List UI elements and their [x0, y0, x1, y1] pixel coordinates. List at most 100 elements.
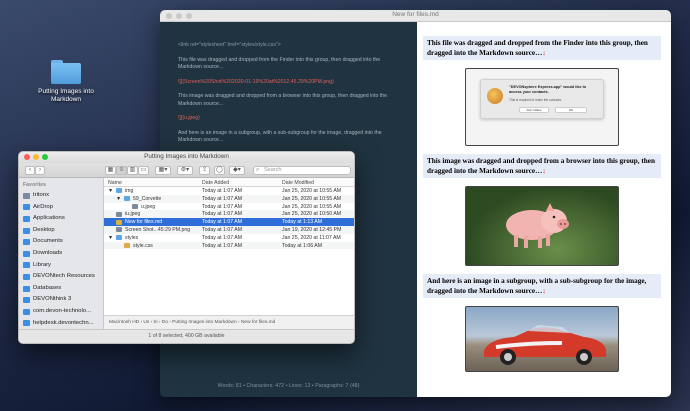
preview-image-pig [465, 186, 619, 267]
column-date-added-header[interactable]: Date Added [202, 180, 229, 186]
preview-heading-2: This image was dragged and dropped from … [423, 154, 661, 179]
view-columns-button[interactable]: ▥ [127, 166, 138, 175]
search-placeholder: Search [264, 167, 282, 173]
source-image-2: ![](u.jpeg) [178, 115, 200, 122]
file-row[interactable]: ▼ img Today at 1:07 AM Jan 25, 2020 at 10:5… [104, 187, 354, 195]
file-row[interactable]: u.jpeg Today at 1:07 AM Jan 25, 2020 at 10… [104, 203, 354, 211]
file-row[interactable]: ▼ 59_Corvette Today at 1:07 AM Jan 25, 2020… [104, 194, 354, 203]
source-para-2: This image was dragged and dropped from … [178, 93, 388, 107]
sidebar-item-icon [23, 262, 30, 269]
preview-heading-1: This file was dragged and dropped from t… [423, 36, 661, 61]
folder-icon [116, 235, 122, 241]
source-para-3: And here is an image in a subgroup, with… [178, 129, 382, 144]
sidebar-item-label: Desktop [33, 226, 55, 233]
finder-toolbar: ‹ › ▦ ≡ ▥ ▭ ▦▾ ⚙▾ ⇪ ◯ ◆▾ ⌕ Search [19, 163, 354, 178]
file-date-added: Today at 1:07 AM [202, 211, 243, 218]
sidebar-item-label: Databases [33, 284, 62, 291]
corvette-illustration [484, 325, 606, 366]
md-icon [116, 219, 122, 225]
sidebar-item-label: DEVONthink 3 [33, 296, 72, 303]
file-date-modified: Jan 25, 2020 at 10:55 AM [282, 195, 342, 202]
editor-title: New for files.md [392, 11, 439, 18]
word-count-stats: Words: 81 • Characters: 472 • Lines: 13 … [217, 383, 360, 389]
file-row[interactable]: style.css Today at 1:07 AM Today at 1:06 A… [104, 241, 354, 250]
finder-title: Putting Images into Markdown [144, 153, 229, 160]
sidebar-item[interactable]: com.devon-technolo... [19, 306, 103, 318]
column-name-header[interactable]: Name [108, 180, 122, 186]
sidebar-item[interactable]: helpdesk.devontechn... [19, 318, 103, 330]
back-button[interactable]: ‹ [25, 166, 35, 175]
share-button[interactable]: ⇪ [199, 166, 210, 175]
view-gallery-button[interactable]: ▭ [138, 166, 149, 175]
desktop-folder[interactable]: Putting Images into Markdown [36, 60, 96, 104]
sidebar-item[interactable]: DEVONthink 3 [19, 294, 103, 306]
sidebar-item[interactable]: Downloads [19, 248, 103, 260]
view-icons-button[interactable]: ▦ [105, 166, 116, 175]
folder-icon [116, 188, 122, 194]
sidebar-item-label: AirDrop [33, 203, 53, 210]
group-button[interactable]: ▦▾ [155, 166, 171, 175]
file-name: New for files.md [125, 219, 163, 226]
sidebar-item[interactable]: DEVONtech Resources [19, 271, 103, 283]
disclosure-triangle-icon[interactable]: ▼ [108, 188, 113, 194]
column-date-modified-header[interactable]: Date Modified [282, 180, 314, 186]
sidebar-item-label: Documents [33, 238, 63, 245]
file-date-added: Today at 1:07 AM [202, 226, 243, 233]
sidebar-item-icon [23, 297, 30, 304]
sidebar-item[interactable]: Desktop [19, 225, 103, 237]
dialog-subtitle: This is required to index the contacts. [509, 98, 562, 103]
sidebar-item-label: tritonx [33, 192, 50, 198]
finder-window: Putting Images into Markdown ‹ › ▦ ≡ ▥ ▭… [18, 151, 355, 344]
file-row[interactable]: iu.jpeg Today at 1:07 AM Jan 25, 2020 at 1… [104, 210, 354, 219]
sidebar-item-icon [23, 320, 30, 327]
file-date-modified: Jan 25, 2020 at 11:07 AM [282, 234, 341, 241]
file-name: style.css [133, 242, 153, 249]
sidebar-item-label: helpdesk.devontechn... [33, 319, 94, 326]
file-date-added: Today at 1:07 AM [202, 219, 243, 226]
search-input[interactable]: ⌕ Search [253, 166, 351, 175]
file-name: u.jpeg [141, 203, 156, 210]
file-date-added: Today at 1:07 AM [202, 234, 243, 241]
view-list-button[interactable]: ≡ [116, 166, 127, 175]
forward-button[interactable]: › [35, 166, 45, 175]
file-date-modified: Today at 1:06 AM [282, 242, 323, 249]
action-gear-button[interactable]: ⚙▾ [177, 166, 193, 175]
sidebar-item[interactable]: Applications [19, 213, 103, 225]
file-row[interactable]: New for files.md Today at 1:07 AM Today at… [104, 218, 354, 226]
pig-illustration [506, 203, 569, 249]
file-date-added: Today at 1:07 AM [202, 242, 243, 249]
source-image-1: ![](Screen%20Shot%202020-01-19%20at%2012… [178, 78, 334, 85]
sidebar-item-icon [23, 215, 30, 222]
disclosure-triangle-icon[interactable]: ▼ [116, 196, 121, 202]
sidebar-item[interactable]: tritonx [19, 190, 103, 202]
preview-heading-3: And here is an image in a subgroup, with… [423, 274, 661, 299]
app-icon [487, 88, 503, 105]
file-date-added: Today at 1:07 AM [202, 188, 243, 194]
dropbox-button[interactable]: ◆▾ [229, 166, 245, 175]
source-line-stylesheet: <link rel="stylesheet" href="styles/styl… [178, 42, 281, 48]
sidebar-item-icon [23, 285, 30, 292]
status-bar: 1 of 8 selected, 400 GB available [19, 329, 354, 343]
sidebar-item[interactable]: AirDrop [19, 202, 103, 214]
column-header: Name Date Added Date Modified [104, 178, 354, 187]
sidebar-item[interactable]: Library [19, 260, 103, 272]
sidebar-item-icon [23, 308, 30, 315]
path-bar[interactable]: Macintosh HD › Us › tri › Do › Putting I… [104, 315, 354, 329]
sidebar-item-label: Library [33, 261, 52, 268]
file-date-added: Today at 1:07 AM [202, 203, 243, 210]
markdown-preview-pane[interactable]: This file was dragged and dropped from t… [417, 22, 671, 397]
ok-button-image: OK [555, 107, 587, 114]
image-icon [132, 203, 138, 209]
file-date-modified: Today at 1:13 AM [282, 219, 323, 226]
finder-titlebar: Putting Images into Markdown [19, 152, 354, 163]
file-row[interactable]: ▼ styles Today at 1:07 AM Jan 25, 2020 at 1… [104, 234, 354, 242]
file-row[interactable]: Screen Shot...45:29 PM.png Today at 1:07 … [104, 225, 354, 234]
sidebar-item-label: DEVONtech Resources [33, 273, 95, 280]
disclosure-triangle-icon[interactable]: ▼ [108, 235, 113, 241]
editor-titlebar: New for files.md [160, 10, 671, 22]
sidebar-item[interactable]: Documents [19, 236, 103, 248]
tag-button[interactable]: ◯ [214, 166, 225, 175]
file-name: styles [125, 234, 139, 241]
dont-allow-button-image: Don't Allow [519, 107, 549, 114]
sidebar-item[interactable]: Databases [19, 283, 103, 295]
